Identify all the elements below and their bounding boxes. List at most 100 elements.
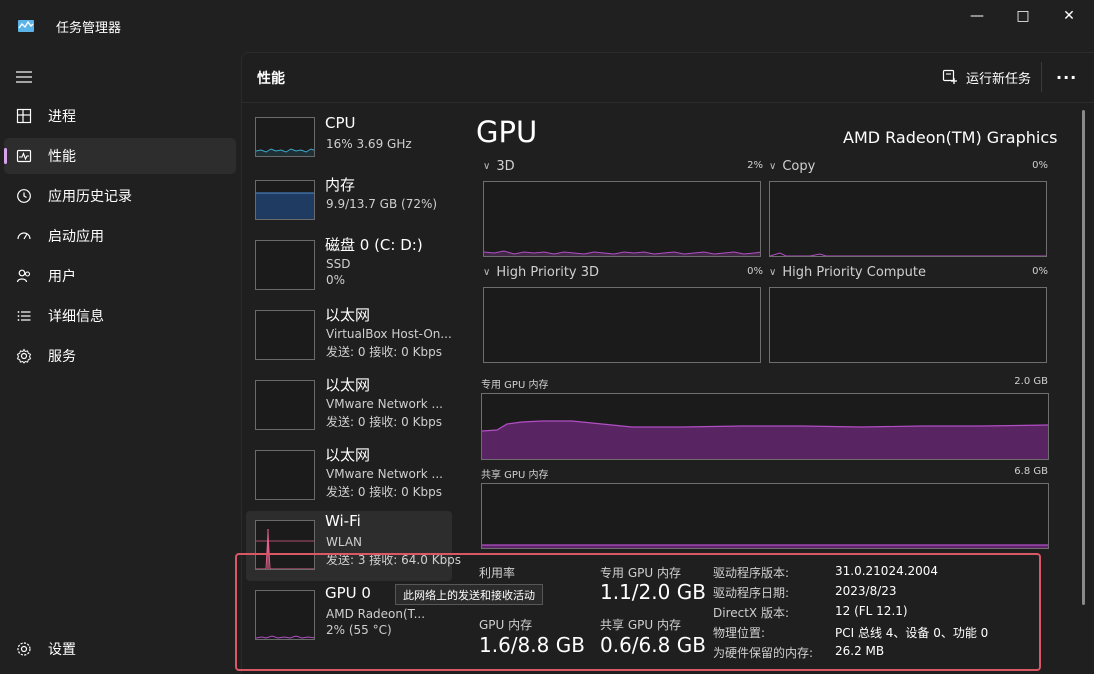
- device-name: 以太网: [325, 306, 371, 324]
- settings-gear-icon: [14, 639, 34, 659]
- nav-label-settings: 设置: [48, 642, 76, 658]
- nav-label-processes: 进程: [48, 109, 76, 125]
- nav-label-services: 服务: [48, 349, 76, 365]
- title-bar: [0, 0, 1094, 50]
- ethernet-thumbnail-graph: [255, 450, 315, 500]
- nav-label-app-history: 应用历史记录: [48, 189, 132, 205]
- engine-label: High Priority 3D: [496, 265, 600, 280]
- engine-label: 3D: [496, 159, 515, 174]
- ethernet-thumbnail-graph: [255, 310, 315, 360]
- performance-icon: [14, 146, 34, 166]
- hamburger-menu-icon[interactable]: [14, 66, 36, 88]
- device-name: Wi-Fi: [325, 512, 361, 530]
- close-button[interactable]: ✕: [1046, 0, 1092, 32]
- device-usage: 0%: [326, 273, 346, 287]
- engine-copy-selector[interactable]: ∨ Copy: [769, 159, 815, 174]
- startup-icon: [14, 226, 34, 246]
- shared-memory-max: 6.8 GB: [1014, 466, 1048, 477]
- more-options-button[interactable]: ···: [1056, 68, 1077, 87]
- scrollbar[interactable]: [1082, 110, 1085, 605]
- nav-item-processes[interactable]: 进程: [4, 98, 236, 134]
- run-task-icon: [942, 69, 957, 84]
- chevron-down-icon: ∨: [769, 161, 777, 172]
- engine-copy-graph: [769, 181, 1047, 257]
- minimize-button[interactable]: —: [954, 0, 1000, 32]
- device-detail: VirtualBox Host-On...: [326, 327, 452, 341]
- device-detail: SSD: [326, 257, 351, 271]
- device-item-cpu[interactable]: CPU 16% 3.69 GHz: [246, 113, 452, 181]
- nav-item-users[interactable]: 用户: [4, 258, 236, 294]
- device-detail: 16% 3.69 GHz: [326, 137, 412, 151]
- engine-3d-selector[interactable]: ∨ 3D: [483, 159, 515, 174]
- nav-item-details[interactable]: 详细信息: [4, 298, 236, 334]
- engine-high-priority-3d-selector[interactable]: ∨ High Priority 3D: [483, 265, 599, 280]
- chevron-down-icon: ∨: [769, 267, 777, 278]
- nav-item-performance[interactable]: 性能: [4, 138, 236, 174]
- engine-high-priority-3d-graph: [483, 287, 761, 363]
- engine-high-priority-compute-selector[interactable]: ∨ High Priority Compute: [769, 265, 926, 280]
- dedicated-memory-graph: [481, 393, 1049, 460]
- device-detail: WLAN: [326, 535, 363, 549]
- engine-label: Copy: [782, 159, 816, 174]
- ethernet-thumbnail-graph: [255, 380, 315, 430]
- engine-3d-graph: [483, 181, 761, 257]
- device-item-ethernet-1[interactable]: 以太网 VirtualBox Host-On... 发送: 0 接收: 0 Kb…: [246, 303, 452, 371]
- users-icon: [14, 266, 34, 286]
- device-item-ethernet-2[interactable]: 以太网 VMware Network ... 发送: 0 接收: 0 Kbps: [246, 373, 452, 441]
- device-name: 以太网: [325, 446, 371, 464]
- app-title: 任务管理器: [56, 21, 122, 36]
- shared-memory-label: 共享 GPU 内存: [481, 470, 549, 481]
- engine-high-priority-compute-graph: [769, 287, 1047, 363]
- run-new-task-button[interactable]: 运行新任务: [942, 66, 1031, 88]
- page-title: 性能: [257, 71, 285, 87]
- app-history-icon: [14, 186, 34, 206]
- run-new-task-label: 运行新任务: [966, 71, 1032, 87]
- device-usage: 发送: 0 接收: 0 Kbps: [326, 485, 442, 499]
- header-divider: [1041, 62, 1042, 92]
- device-detail: VMware Network ...: [326, 467, 443, 481]
- device-item-memory[interactable]: 内存 9.9/13.7 GB (72%): [246, 173, 452, 241]
- gpu-title: GPU: [476, 115, 538, 149]
- device-item-disk[interactable]: 磁盘 0 (C: D:) SSD 0%: [246, 233, 452, 301]
- nav-label-details: 详细信息: [48, 309, 104, 325]
- services-icon: [14, 346, 34, 366]
- gpu-model-name: AMD Radeon(TM) Graphics: [843, 128, 1058, 147]
- nav-label-performance: 性能: [48, 149, 76, 165]
- device-name: CPU: [325, 114, 356, 132]
- header-separator: [241, 102, 1094, 103]
- shared-memory-graph: [481, 483, 1049, 549]
- maximize-button[interactable]: □: [1000, 0, 1046, 32]
- dedicated-memory-label: 专用 GPU 内存: [481, 380, 549, 391]
- engine-percent: 0%: [1032, 160, 1048, 171]
- annotation-highlight-box: [235, 553, 1041, 671]
- cpu-thumbnail-graph: [255, 117, 315, 157]
- nav-item-services[interactable]: 服务: [4, 338, 236, 374]
- device-detail: 9.9/13.7 GB (72%): [326, 197, 438, 211]
- details-icon: [14, 306, 34, 326]
- network-activity-tooltip: 此网络上的发送和接收活动: [395, 584, 543, 605]
- nav-item-settings[interactable]: 设置: [4, 631, 236, 667]
- active-indicator: [4, 148, 7, 164]
- engine-label: High Priority Compute: [782, 265, 927, 280]
- device-item-ethernet-3[interactable]: 以太网 VMware Network ... 发送: 0 接收: 0 Kbps: [246, 443, 452, 511]
- task-manager-logo-icon: [18, 20, 34, 32]
- device-detail: VMware Network ...: [326, 397, 443, 411]
- device-name: 以太网: [325, 376, 371, 394]
- chevron-down-icon: ∨: [483, 161, 491, 172]
- chevron-down-icon: ∨: [483, 267, 491, 278]
- memory-thumbnail-graph: [255, 180, 315, 220]
- device-name: 内存: [325, 176, 356, 194]
- nav-label-startup: 启动应用: [48, 229, 104, 245]
- nav-label-users: 用户: [48, 269, 76, 285]
- engine-percent: 2%: [747, 160, 763, 171]
- processes-icon: [14, 106, 34, 126]
- dedicated-memory-max: 2.0 GB: [1014, 376, 1048, 387]
- device-usage: 发送: 0 接收: 0 Kbps: [326, 345, 442, 359]
- device-name: 磁盘 0 (C: D:): [325, 236, 423, 254]
- device-usage: 发送: 0 接收: 0 Kbps: [326, 415, 442, 429]
- engine-percent: 0%: [1032, 266, 1048, 277]
- disk-thumbnail-graph: [255, 240, 315, 290]
- nav-item-app-history[interactable]: 应用历史记录: [4, 178, 236, 214]
- nav-item-startup[interactable]: 启动应用: [4, 218, 236, 254]
- engine-percent: 0%: [747, 266, 763, 277]
